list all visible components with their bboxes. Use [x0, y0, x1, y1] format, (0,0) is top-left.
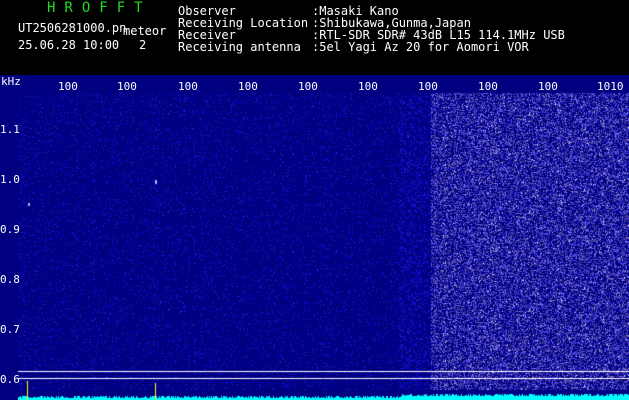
- y-tick-label: 0.8: [0, 273, 20, 286]
- x-tick-label: 100: [418, 80, 438, 93]
- x-tick-label: 100: [178, 80, 198, 93]
- app-logo: HROFFT: [47, 0, 152, 16]
- x-tick-label: 100: [298, 80, 318, 93]
- x-tick-label: 100: [238, 80, 258, 93]
- spectrogram-plot: kHz 1.1 1.0 0.9 0.8 0.7 0.6 100 100 100 …: [0, 75, 629, 400]
- x-tick-label: 100: [538, 80, 558, 93]
- meteor-label: meteor: [123, 24, 167, 38]
- x-tick-label: 100: [58, 80, 78, 93]
- info-label-antenna: Receiving antenna: [178, 40, 301, 54]
- x-tick-label: 1010: [597, 80, 624, 93]
- y-tick-label: 0.6: [0, 373, 20, 386]
- y-tick-label: 0.9: [0, 223, 20, 236]
- spectrogram-canvas: [0, 75, 629, 400]
- datetime: 25.06.28 10:00: [18, 38, 120, 52]
- y-tick-label: 1.1: [0, 123, 20, 136]
- x-tick-label: 100: [478, 80, 498, 93]
- x-tick-label: 100: [358, 80, 378, 93]
- y-tick-label: 1.0: [0, 173, 20, 186]
- meteor-count: 2: [139, 38, 147, 52]
- x-tick-label: 100: [117, 80, 137, 93]
- info-value-antenna: :5el Yagi Az 20 for Aomori VOR: [312, 40, 529, 54]
- y-tick-label: 0.7: [0, 323, 20, 336]
- unit-label: kHz: [1, 75, 21, 88]
- filename: UT2506281000.pn: [18, 21, 127, 35]
- header: HROFFT UT2506281000.pn meteor 25.06.28 1…: [0, 0, 629, 75]
